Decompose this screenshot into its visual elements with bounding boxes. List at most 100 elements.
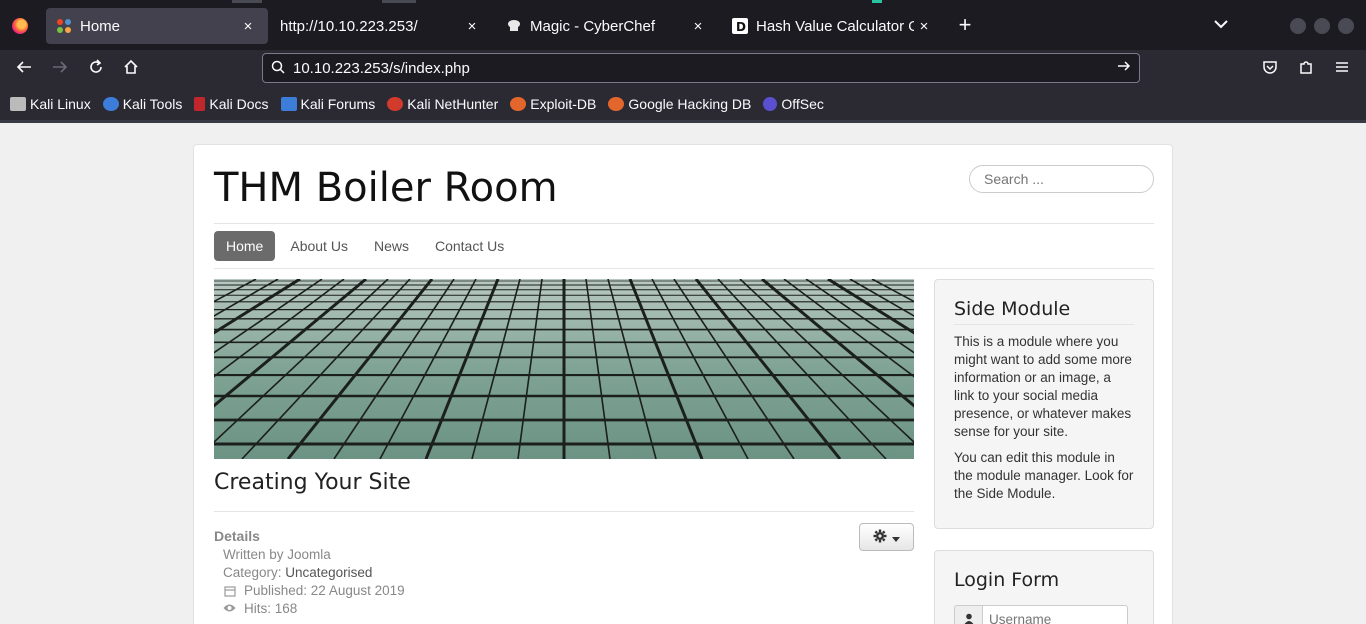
pocket-icon[interactable]	[1259, 58, 1281, 80]
caret-down-icon	[892, 530, 900, 545]
article-author: Written by Joomla	[223, 547, 331, 562]
hash-calculator-icon: D	[732, 18, 748, 34]
bookmark-label: Kali NetHunter	[407, 96, 499, 112]
login-module: Login Form	[934, 550, 1154, 624]
details-label: Details	[214, 528, 260, 544]
tab-title: http://10.10.223.253/	[280, 17, 418, 35]
go-arrow-icon[interactable]	[1109, 59, 1139, 78]
tab-indicator	[872, 0, 882, 3]
main-menu: Home About Us News Contact Us	[214, 231, 517, 261]
new-tab-button[interactable]: +	[954, 14, 976, 36]
tab-home[interactable]: Home ×	[46, 8, 268, 44]
user-icon	[954, 605, 982, 624]
bookmark-kali-docs[interactable]: Kali Docs	[194, 96, 269, 112]
firefox-logo-icon[interactable]	[12, 18, 28, 34]
bookmark-label: OffSec	[781, 96, 824, 112]
username-input[interactable]	[982, 605, 1128, 624]
tab-title: Hash Value Calculator Onl	[756, 17, 914, 35]
article-hits: Hits: 168	[223, 601, 297, 616]
close-tab-icon[interactable]: ×	[462, 18, 482, 35]
kali-forums-icon	[280, 97, 297, 111]
divider	[214, 268, 1154, 269]
login-form-title: Login Form	[954, 569, 1060, 591]
bookmark-kali-nethunter[interactable]: Kali NetHunter	[387, 96, 498, 112]
url-input[interactable]	[293, 59, 1109, 77]
side-module-text: This is a module where you might want to…	[954, 334, 1132, 439]
site-title[interactable]: THM Boiler Room	[214, 165, 558, 211]
address-bar[interactable]	[262, 53, 1140, 83]
bookmark-offsec[interactable]: OffSec	[763, 96, 824, 112]
hero-image	[214, 279, 914, 459]
svg-text:D: D	[736, 20, 746, 34]
side-module-title: Side Module	[954, 298, 1134, 325]
tab-cyberchef[interactable]: Magic - CyberChef ×	[496, 8, 718, 44]
menu-item-about-us[interactable]: About Us	[277, 231, 361, 261]
tab-hash-calculator[interactable]: D Hash Value Calculator Onl ×	[722, 8, 944, 44]
maximize-window-button[interactable]	[1314, 18, 1330, 34]
bookmark-exploit-db[interactable]: Exploit-DB	[510, 96, 596, 112]
article-published: Published: 22 August 2019	[223, 583, 405, 598]
bookmark-label: Google Hacking DB	[628, 96, 752, 112]
side-module: Side Module This is a module where you m…	[934, 279, 1154, 529]
bookmark-label: Kali Linux	[30, 96, 91, 112]
tab-title: Magic - CyberChef	[530, 17, 656, 35]
category-label: Category:	[223, 565, 282, 580]
tab-ip[interactable]: http://10.10.223.253/ ×	[270, 8, 492, 44]
joomla-icon	[56, 18, 72, 34]
list-all-tabs-icon[interactable]	[1214, 16, 1228, 32]
article-tools-button[interactable]	[859, 523, 914, 551]
eye-icon	[223, 603, 236, 615]
published-text: Published: 22 August 2019	[244, 583, 405, 598]
cyberchef-icon	[506, 18, 522, 34]
kali-tools-icon	[102, 97, 119, 111]
tab-indicator	[232, 0, 262, 3]
menu-item-news[interactable]: News	[361, 231, 422, 261]
home-icon[interactable]	[120, 58, 142, 80]
kali-nethunter-icon	[387, 97, 404, 111]
ghdb-icon	[608, 97, 625, 111]
close-window-button[interactable]	[1338, 18, 1354, 34]
navigation-toolbar	[0, 50, 1366, 88]
tab-title: Home	[80, 17, 121, 35]
article-category: Category: Uncategorised	[223, 565, 372, 580]
site-container: THM Boiler Room Home About Us News Conta…	[193, 144, 1173, 624]
hamburger-menu-icon[interactable]	[1331, 58, 1353, 80]
bookmark-label: Kali Tools	[122, 96, 183, 112]
exploit-db-icon	[510, 97, 527, 111]
hits-text: Hits: 168	[244, 601, 298, 616]
close-tab-icon[interactable]: ×	[914, 18, 934, 35]
divider	[214, 223, 1154, 224]
offsec-icon	[763, 97, 778, 111]
tab-indicator	[382, 0, 416, 3]
reload-icon[interactable]	[85, 58, 107, 80]
side-module-text: You can edit this module in the module m…	[954, 450, 1134, 501]
category-link[interactable]: Uncategorised	[285, 565, 372, 580]
bookmark-kali-linux[interactable]: Kali Linux	[10, 96, 91, 112]
forward-arrow-icon[interactable]	[49, 58, 71, 80]
minimize-window-button[interactable]	[1290, 18, 1306, 34]
divider	[214, 511, 914, 512]
bookmark-kali-forums[interactable]: Kali Forums	[280, 96, 376, 112]
article-title[interactable]: Creating Your Site	[214, 470, 411, 495]
username-row	[954, 605, 1134, 624]
bookmark-label: Kali Forums	[300, 96, 376, 112]
bookmarks-toolbar: Kali Linux Kali Tools Kali Docs Kali For…	[0, 88, 1366, 120]
calendar-icon	[223, 585, 236, 597]
close-tab-icon[interactable]: ×	[688, 18, 708, 35]
gear-icon	[873, 529, 887, 546]
bookmark-label: Exploit-DB	[530, 96, 597, 112]
back-arrow-icon[interactable]	[13, 58, 35, 80]
menu-item-home[interactable]: Home	[214, 231, 276, 261]
bookmark-kali-tools[interactable]: Kali Tools	[102, 96, 183, 112]
menu-item-contact-us[interactable]: Contact Us	[422, 231, 517, 261]
bookmark-label: Kali Docs	[209, 96, 269, 112]
site-search-input[interactable]	[969, 165, 1154, 193]
tab-bar: Home × http://10.10.223.253/ × Magic - C…	[0, 0, 1366, 50]
author-text: Written by Joomla	[223, 547, 331, 562]
extensions-icon[interactable]	[1295, 58, 1317, 80]
search-icon	[263, 60, 293, 77]
kali-dragon-icon	[10, 97, 26, 111]
bookmark-google-hacking-db[interactable]: Google Hacking DB	[608, 96, 751, 112]
kali-docs-icon	[194, 97, 206, 111]
close-tab-icon[interactable]: ×	[238, 18, 258, 35]
